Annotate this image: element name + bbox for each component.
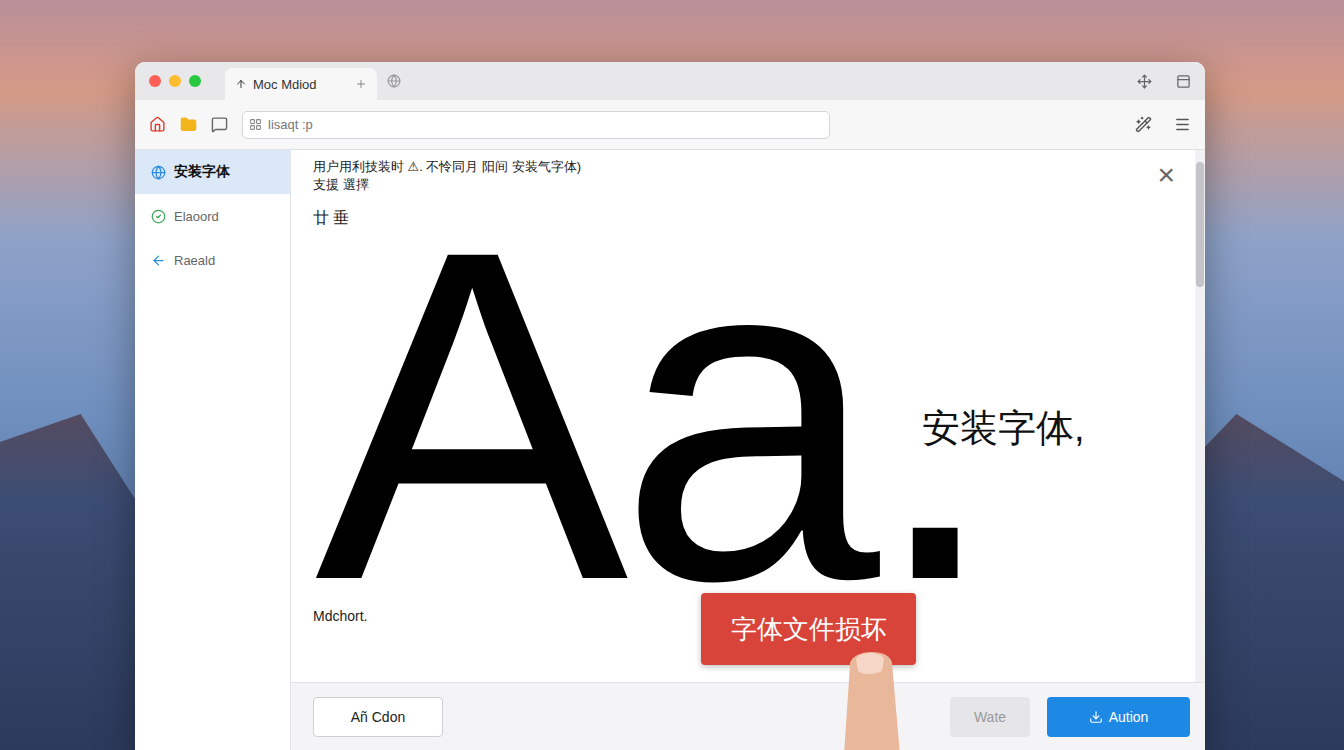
window-controls (149, 75, 201, 87)
sidebar-item[interactable]: Elaoord (135, 194, 290, 238)
arrow-icon (235, 78, 247, 90)
home-icon[interactable] (149, 116, 166, 133)
finger-icon (830, 645, 930, 750)
caption: 安装字体, (922, 406, 1085, 450)
chat-icon[interactable] (211, 116, 228, 133)
footer-bar: Añ Cdon Wate Aution (291, 682, 1205, 750)
close-button[interactable] (149, 75, 161, 87)
grid-icon (249, 118, 262, 131)
subtitle: 廿 垂 (313, 208, 1173, 228)
toolbar: lisaqt :p (135, 100, 1205, 150)
sidebar-item-label: Elaoord (174, 209, 219, 224)
window-body: 安装字体 Elaoord Raeald 用户用利技装时 ⚠. 不怜同月 阳间 安装气字… (135, 150, 1205, 750)
footer-actions: Wate Aution (950, 697, 1190, 737)
sidebar-item-label: 安装字体 (174, 163, 230, 181)
tab-title: Moc Mdiod (253, 77, 349, 92)
desktop: Moc Mdiod lisaqt :p 安装字体 Elaoord Raeald 用户用利技… (0, 0, 1344, 750)
plus-icon[interactable] (355, 78, 367, 90)
wand-icon[interactable] (1135, 116, 1152, 133)
sidebar-item-label: Raeald (174, 253, 215, 268)
sidebar-item[interactable]: Raeald (135, 238, 290, 282)
toolbar-actions (1135, 116, 1191, 133)
sample-block: Aa.安装字体, (315, 228, 990, 604)
download-icon (1089, 710, 1103, 724)
folder-icon[interactable] (180, 116, 197, 133)
header-text: 支援 選擇 (313, 176, 1173, 194)
sidebar-item[interactable]: 安装字体 (135, 150, 290, 194)
sidebar-item-icon (151, 253, 166, 268)
sidebar: 安装字体 Elaoord Raeald (135, 150, 290, 750)
address-field[interactable]: lisaqt :p (242, 111, 830, 139)
move-icon[interactable] (1137, 74, 1152, 89)
browser-window: Moc Mdiod lisaqt :p 安装字体 Elaoord Raeald 用户用利技… (135, 62, 1205, 750)
action-button[interactable]: Añ Cdon (313, 697, 443, 737)
font-sample: Aa. (315, 228, 990, 604)
close-button[interactable]: × (1157, 158, 1175, 192)
font-preview: 用户用利技装时 ⚠. 不怜同月 阳间 安装气字体)支援 選擇廿 垂Aa.安装字体… (291, 150, 1205, 682)
sidebar-item-icon (151, 165, 166, 180)
scrollbar[interactable] (1195, 150, 1205, 682)
sidebar-item-icon (151, 209, 166, 224)
globe-icon[interactable] (387, 74, 401, 88)
tab-bar: Moc Mdiod (135, 62, 1205, 100)
wait-button[interactable]: Wate (950, 697, 1030, 737)
menu-icon[interactable] (1174, 116, 1191, 133)
zoom-button[interactable] (189, 75, 201, 87)
font-panel: 用户用利技装时 ⚠. 不怜同月 阳间 安装气字体)支援 選擇廿 垂Aa.安装字体… (290, 150, 1205, 750)
scrollbar-thumb[interactable] (1196, 162, 1204, 287)
install-button[interactable]: Aution (1047, 697, 1190, 737)
header-text: 用户用利技装时 ⚠. 不怜同月 阳间 安装气字体) (313, 158, 1173, 176)
tab-bar-actions (1137, 74, 1191, 89)
minimize-button[interactable] (169, 75, 181, 87)
panel-icon[interactable] (1176, 74, 1191, 89)
browser-tab[interactable]: Moc Mdiod (225, 68, 377, 100)
address-text: lisaqt :p (268, 117, 313, 132)
